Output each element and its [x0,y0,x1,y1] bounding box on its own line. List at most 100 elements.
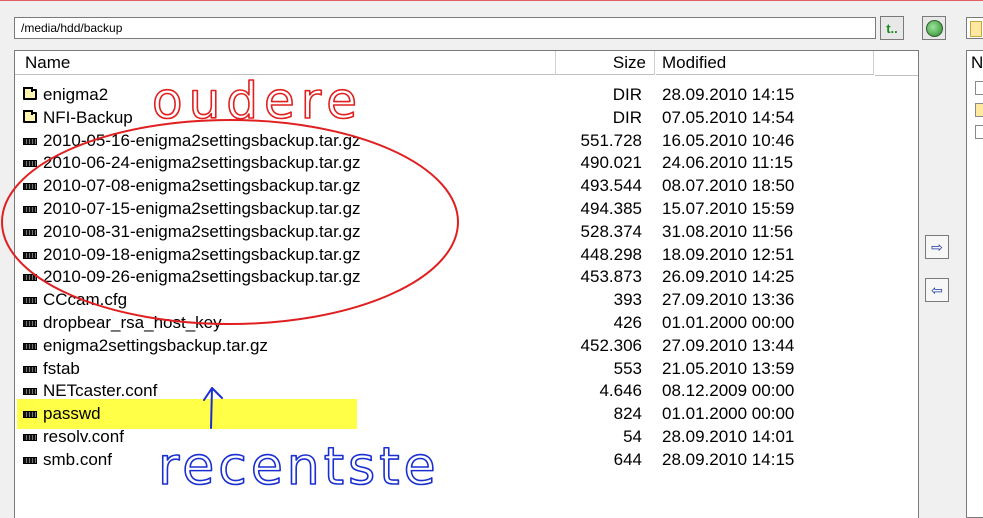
file-icon [23,251,37,259]
file-size: 448.298 [580,244,642,264]
right-panel-item[interactable] [975,81,983,95]
file-name: enigma2settingsbackup.tar.gz [43,335,268,355]
parent-directory-button[interactable]: t.. [880,16,904,40]
file-size: 4.646 [599,381,642,401]
file-icon [23,433,37,441]
file-size: DIR [612,85,642,104]
file-row[interactable]: NETcaster.conf 4.646 08.12.2009 00:00 [15,380,895,403]
file-row[interactable]: 2010-09-18-enigma2settingsbackup.tar.gz 4… [15,244,895,267]
refresh-icon [925,19,943,37]
file-modified: 27.09.2010 13:36 [662,290,795,310]
right-panel-header: N [971,53,983,72]
file-size: 393 [613,290,642,310]
file-modified: 31.08.2010 11:56 [662,221,794,241]
column-header-size[interactable]: Size [555,51,655,75]
file-name: fstab [43,358,80,378]
file-size: 824 [613,404,642,424]
file-size: 54 [623,426,642,446]
file-name: 2010-06-24-enigma2settingsbackup.tar.gz [43,153,361,173]
file-name: 2010-07-15-enigma2settingsbackup.tar.gz [43,198,361,218]
file-modified: 24.06.2010 11:15 [662,153,794,173]
file-name: resolv.conf [43,426,124,446]
copy-right-icon: ⇨ [931,238,943,255]
file-list[interactable]: Name Size Modified enigma2 DIR 28.09.2010 … [14,50,919,518]
file-modified: 21.05.2010 13:59 [662,358,795,378]
file-size: DIR [612,107,642,127]
right-panel-item[interactable] [975,103,983,117]
file-name: dropbear_rsa_host_key [43,312,222,332]
file-row[interactable]: passwd 824 01.01.2000 00:00 [15,403,895,426]
file-modified: 26.09.2010 14:25 [662,267,795,287]
file-icon [23,411,37,419]
file-name: 2010-05-16-enigma2settingsbackup.tar.gz [43,130,361,150]
file-icon [23,137,37,145]
file-row[interactable]: 2010-05-16-enigma2settingsbackup.tar.gz 5… [15,130,895,153]
file-row[interactable]: 2010-09-26-enigma2settingsbackup.tar.gz 4… [15,266,895,289]
file-modified: 18.09.2010 12:51 [662,244,795,264]
file-row[interactable]: resolv.conf 54 28.09.2010 14:01 [15,426,895,449]
file-row[interactable]: fstab 553 21.05.2010 13:59 [15,358,895,381]
file-modified: 16.05.2010 10:46 [662,130,795,150]
file-size: 494.385 [580,198,642,218]
file-name: CCcam.cfg [43,290,128,310]
path-bar[interactable]: /media/hdd/backup [14,17,876,39]
right-panel-list[interactable]: N [966,50,983,518]
file-size: 644 [613,449,642,469]
file-rows: enigma2 DIR 28.09.2010 14:15 NFI-Backup DIR 0… [15,84,895,472]
file-icon [23,319,37,327]
right-panel-path-bar[interactable] [966,17,983,39]
file-modified: 08.07.2010 18:50 [662,176,795,196]
file-row[interactable]: NFI-Backup DIR 07.05.2010 14:54 [15,107,895,130]
column-header-extra [875,51,918,76]
file-row[interactable]: CCcam.cfg 393 27.09.2010 13:36 [15,289,895,312]
file-row[interactable]: smb.conf 644 28.09.2010 14:15 [15,449,895,472]
up-arrow-icon: t.. [886,20,898,36]
file-name: enigma2 [43,85,109,104]
file-row[interactable]: enigma2 DIR 28.09.2010 14:15 [15,84,895,107]
file-name: 2010-09-18-enigma2settingsbackup.tar.gz [43,244,361,264]
file-name: 2010-09-26-enigma2settingsbackup.tar.gz [43,267,361,287]
file-modified: 28.09.2010 14:15 [662,85,795,104]
file-modified: 15.07.2010 15:59 [662,198,795,218]
copy-to-left-button[interactable]: ⇦ [925,278,949,302]
file-modified: 28.09.2010 14:15 [662,449,795,469]
folder-icon [23,87,37,100]
file-row[interactable]: dropbear_rsa_host_key 426 01.01.2000 00:00 [15,312,895,335]
copy-to-right-button[interactable]: ⇨ [925,235,949,259]
file-row[interactable]: 2010-06-24-enigma2settingsbackup.tar.gz 4… [15,152,895,175]
copy-left-icon: ⇦ [931,281,943,298]
file-modified: 08.12.2009 00:00 [662,381,795,401]
file-modified: 07.05.2010 14:54 [662,107,795,127]
file-icon [23,456,37,464]
file-modified: 01.01.2000 00:00 [662,312,795,332]
file-row[interactable]: 2010-08-31-enigma2settingsbackup.tar.gz 5… [15,221,895,244]
file-modified: 01.01.2000 00:00 [662,404,795,424]
column-header-modified[interactable]: Modified [656,51,874,75]
file-icon [23,160,37,168]
file-icon [23,205,37,213]
file-name: 2010-07-08-enigma2settingsbackup.tar.gz [43,176,361,196]
file-row[interactable]: 2010-07-15-enigma2settingsbackup.tar.gz 4… [15,198,895,221]
file-name: passwd [43,404,101,424]
file-size: 553 [613,358,642,378]
file-size: 528.374 [580,221,642,241]
column-divider [555,51,556,75]
file-size: 551.728 [580,130,642,150]
file-icon [23,388,37,396]
refresh-button[interactable] [922,16,946,40]
file-icon [23,274,37,282]
file-name: NETcaster.conf [43,381,158,401]
file-name: NFI-Backup [43,107,133,127]
file-size: 452.306 [580,335,642,355]
file-row[interactable]: 2010-07-08-enigma2settingsbackup.tar.gz 4… [15,175,895,198]
file-modified: 27.09.2010 13:44 [662,335,795,355]
file-size: 453.873 [580,267,642,287]
file-size: 426 [613,312,642,332]
file-row[interactable]: enigma2settingsbackup.tar.gz 452.306 27.09… [15,335,895,358]
right-panel-item[interactable] [975,125,983,139]
file-size: 493.544 [580,176,642,196]
file-icon [23,365,37,373]
folder-icon [23,109,37,123]
file-name: 2010-08-31-enigma2settingsbackup.tar.gz [43,221,361,241]
file-modified: 28.09.2010 14:01 [662,426,795,446]
